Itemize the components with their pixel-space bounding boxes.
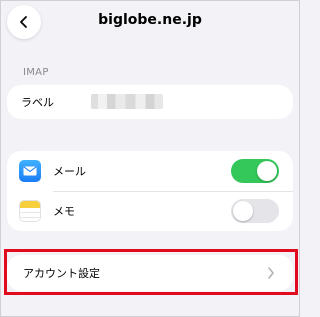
toggle-row-mail: メール xyxy=(7,151,293,192)
label-row-title: ラベル xyxy=(21,96,54,109)
switch-knob xyxy=(233,201,253,221)
label-card: ラベル xyxy=(7,85,293,119)
switch-knob xyxy=(257,161,277,181)
toggle-label-notes: メモ xyxy=(53,205,75,218)
highlight-annotation-box xyxy=(4,249,298,295)
settings-screen: biglobe.ne.jp IMAP ラベル メール メモ アカウント設定 xyxy=(0,0,300,317)
sync-toggles-card: メール メモ xyxy=(7,151,293,231)
label-row[interactable]: ラベル xyxy=(7,85,293,119)
label-value-redacted xyxy=(91,94,163,109)
notes-icon xyxy=(19,200,41,222)
mail-icon xyxy=(19,160,41,182)
page-title: biglobe.ne.jp xyxy=(98,12,202,28)
notes-toggle-switch[interactable] xyxy=(231,199,279,223)
imap-section-header: IMAP xyxy=(23,67,49,78)
toggle-row-notes: メモ xyxy=(7,191,293,231)
toggle-label-mail: メール xyxy=(53,165,86,178)
mail-toggle-switch[interactable] xyxy=(231,159,279,183)
